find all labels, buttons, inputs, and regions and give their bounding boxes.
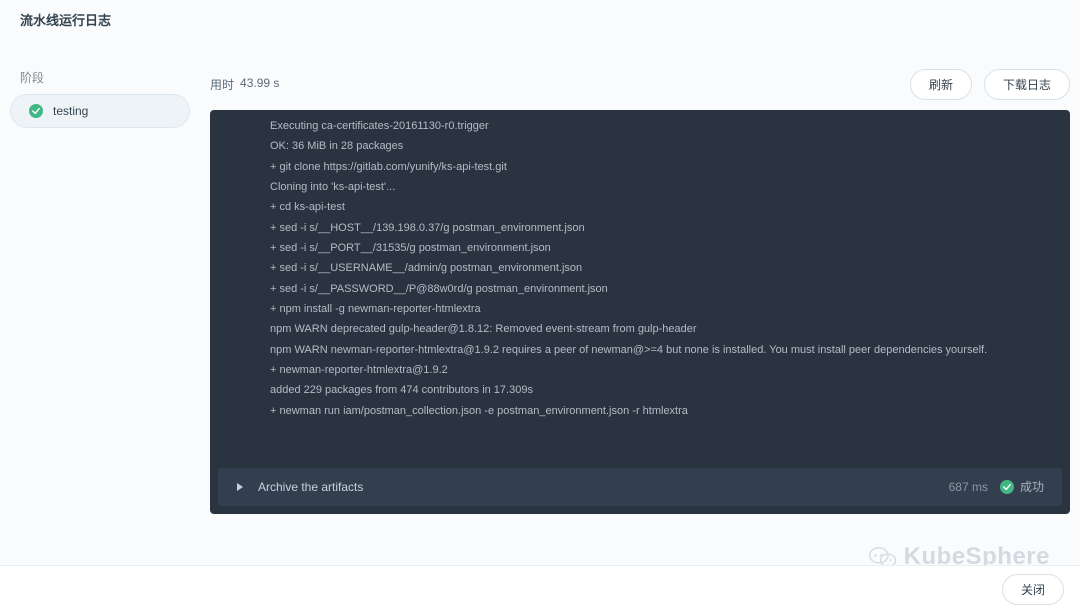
log-line: + cd ks-api-test [270,197,1010,217]
log-line: + git clone https://gitlab.com/yunify/ks… [270,157,1010,177]
check-circle-icon [29,104,43,118]
log-line: + sed -i s/__PORT__/31535/g postman_envi… [270,238,1010,258]
duration-label: 用时 43.99 s [210,76,279,93]
log-line: npm WARN deprecated gulp-header@1.8.12: … [270,319,1010,339]
sidebar-label: 阶段 [20,69,190,86]
log-output[interactable]: Executing ca-certificates-20161130-r0.tr… [210,110,1070,468]
stage-item-testing[interactable]: testing [10,94,190,128]
log-line: + sed -i s/__USERNAME__/admin/g postman_… [270,258,1010,278]
refresh-button[interactable]: 刷新 [910,69,972,100]
log-line: npm WARN newman-reporter-htmlextra@1.9.2… [270,340,1010,360]
archive-artifacts-status: 成功 [1020,476,1044,498]
sidebar: 阶段 testing [10,39,190,514]
log-line: added 229 packages from 474 contributors… [270,380,1010,400]
log-line: + npm install -g newman-reporter-htmlext… [270,299,1010,319]
log-line: Executing ca-certificates-20161130-r0.tr… [270,116,1010,136]
play-triangle-icon [236,482,244,492]
log-line: + sed -i s/__PASSWORD__/P@88w0rd/g postm… [270,279,1010,299]
archive-artifacts-time: 687 ms [949,476,988,498]
close-button[interactable]: 关闭 [1002,574,1064,605]
log-line: + sed -i s/__HOST__/139.198.0.37/g postm… [270,218,1010,238]
archive-artifacts-label: Archive the artifacts [258,476,363,498]
log-line: + newman run iam/postman_collection.json… [270,401,1010,421]
archive-artifacts-row[interactable]: Archive the artifacts 687 ms 成功 [218,468,1062,506]
download-log-button[interactable]: 下载日志 [984,69,1070,100]
check-circle-icon [1000,480,1014,494]
duration-value: 43.99 s [240,76,279,93]
page-title: 流水线运行日志 [0,0,1080,39]
footer: 关闭 [0,565,1080,613]
log-line: Cloning into 'ks-api-test'... [270,177,1010,197]
stage-name: testing [53,104,88,118]
log-panel: Executing ca-certificates-20161130-r0.tr… [210,110,1070,514]
log-line: + newman-reporter-htmlextra@1.9.2 [270,360,1010,380]
log-line: OK: 36 MiB in 28 packages [270,136,1010,156]
duration-label-text: 用时 [210,76,234,93]
